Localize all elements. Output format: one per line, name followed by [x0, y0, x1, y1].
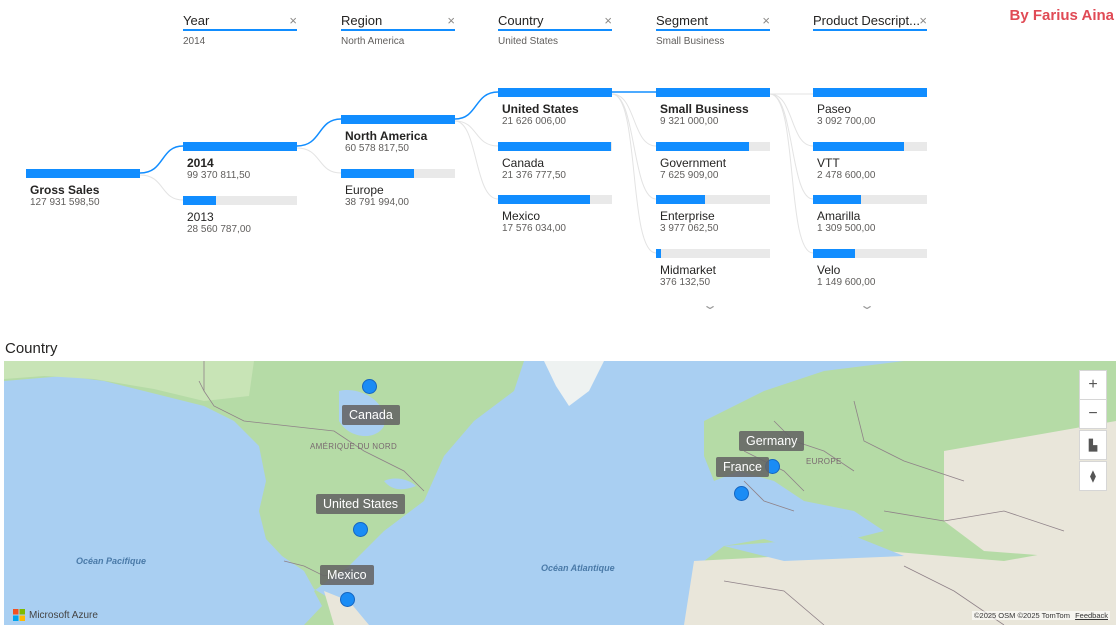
- map-bubble-canada[interactable]: [362, 379, 377, 394]
- node-label: Enterprise: [660, 209, 715, 223]
- region-label-europe: EUROPE: [806, 457, 842, 466]
- tree-node-2014[interactable]: 2014 99 370 811,50: [183, 142, 297, 182]
- node-value: 2 478 600,00: [817, 170, 876, 181]
- node-value: 60 578 817,50: [345, 143, 409, 154]
- country-map[interactable]: AMÉRIQUE DU NORD EUROPE Océan Pacifique …: [4, 361, 1116, 625]
- node-value: 3 092 700,00: [817, 116, 876, 127]
- tree-node-small-business[interactable]: Small Business 9 321 000,00: [656, 88, 770, 128]
- node-label: Gross Sales: [30, 183, 100, 197]
- node-label: VTT: [817, 156, 840, 170]
- attribution-text: ©2025 OSM ©2025 TomTom: [974, 611, 1070, 620]
- map-bubble-france[interactable]: [734, 486, 749, 501]
- chevron-down-icon[interactable]: ⌄: [859, 298, 875, 312]
- node-value: 127 931 598,50: [30, 197, 100, 208]
- node-label: 2013: [187, 210, 214, 224]
- pitch-icon[interactable]: ▙: [1079, 430, 1107, 460]
- chevron-down-icon[interactable]: ⌄: [702, 298, 718, 312]
- tree-node-midmarket[interactable]: Midmarket 376 132,50: [656, 249, 770, 289]
- ocean-label-atlantic: Océan Atlantique: [541, 563, 615, 573]
- map-bubble-mexico[interactable]: [340, 592, 355, 607]
- microsoft-logo-icon: [13, 609, 25, 621]
- node-label: Midmarket: [660, 263, 717, 277]
- zoom-out-button[interactable]: −: [1079, 399, 1107, 429]
- tree-node-paseo[interactable]: Paseo 3 092 700,00: [813, 88, 927, 128]
- node-label: Europe: [345, 183, 384, 197]
- node-value: 17 576 034,00: [502, 223, 566, 234]
- node-label: North America: [345, 129, 428, 143]
- tree-node-canada[interactable]: Canada 21 376 777,50: [498, 142, 612, 182]
- node-value: 7 625 909,00: [660, 170, 719, 181]
- tree-node-enterprise[interactable]: Enterprise 3 977 062,50: [656, 195, 770, 235]
- node-value: 3 977 062,50: [660, 223, 719, 234]
- node-value: 376 132,50: [660, 277, 711, 288]
- node-value: 9 321 000,00: [660, 116, 719, 127]
- zoom-in-button[interactable]: +: [1079, 370, 1107, 400]
- tree-node-2013[interactable]: 2013 28 560 787,00: [183, 196, 297, 236]
- node-value: 28 560 787,00: [187, 224, 251, 235]
- node-label: 2014: [187, 156, 214, 170]
- map-attribution: ©2025 OSM ©2025 TomTom Feedback: [972, 611, 1110, 620]
- azure-brand-text: Microsoft Azure: [29, 609, 98, 621]
- node-label: United States: [502, 102, 579, 116]
- node-label: Paseo: [817, 102, 852, 116]
- ocean-label-pacific: Océan Pacifique: [76, 556, 147, 566]
- tree-node-vtt[interactable]: VTT 2 478 600,00: [813, 142, 927, 182]
- tree-node-amarilla[interactable]: Amarilla 1 309 500,00: [813, 195, 927, 235]
- map-base: [4, 361, 1116, 625]
- tree-node-velo[interactable]: Velo 1 149 600,00: [813, 249, 927, 289]
- tree-node-mexico[interactable]: Mexico 17 576 034,00: [498, 195, 612, 235]
- node-value: 38 791 994,00: [345, 197, 409, 208]
- tree-node-gross-sales[interactable]: Gross Sales 127 931 598,50: [26, 169, 140, 209]
- node-label: Amarilla: [817, 209, 861, 223]
- map-label-canada: Canada: [342, 405, 400, 425]
- node-label: Canada: [502, 156, 545, 170]
- tree-node-united-states[interactable]: United States 21 626 006,00: [498, 88, 612, 128]
- compass-icon[interactable]: ⧫: [1079, 461, 1107, 491]
- node-value: 1 309 500,00: [817, 223, 876, 234]
- map-label-germany: Germany: [739, 431, 805, 451]
- map-label-mexico: Mexico: [320, 565, 374, 585]
- map-bubble-united-states[interactable]: [353, 522, 368, 537]
- tree-node-north-america[interactable]: North America 60 578 817,50: [341, 115, 455, 155]
- region-label-north-america: AMÉRIQUE DU NORD: [310, 442, 398, 451]
- map-label-france: France: [716, 457, 769, 477]
- tree-node-government[interactable]: Government 7 625 909,00: [656, 142, 770, 182]
- map-label-united-states: United States: [316, 494, 406, 514]
- node-value: 1 149 600,00: [817, 277, 876, 288]
- azure-logo: Microsoft Azure: [13, 609, 98, 621]
- node-label: Government: [660, 156, 727, 170]
- node-label: Velo: [817, 263, 841, 277]
- node-value: 21 626 006,00: [502, 116, 566, 127]
- node-label: Mexico: [502, 209, 541, 223]
- tree-node-europe[interactable]: Europe 38 791 994,00: [341, 169, 455, 209]
- node-value: 99 370 811,50: [187, 170, 251, 181]
- feedback-link[interactable]: Feedback: [1075, 611, 1108, 620]
- map-title: Country: [5, 340, 58, 357]
- node-value: 21 376 777,50: [502, 170, 566, 181]
- node-label: Small Business: [660, 102, 749, 116]
